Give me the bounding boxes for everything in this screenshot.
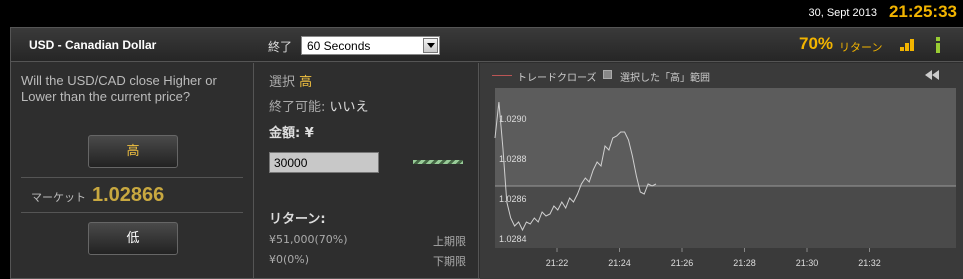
amount-input[interactable]: 30000 bbox=[269, 152, 379, 173]
closable-value: いいえ bbox=[329, 100, 369, 115]
closable-label: 終了可能: bbox=[269, 100, 326, 115]
high-range-band bbox=[495, 88, 956, 186]
expiry-select-value: 60 Seconds bbox=[307, 39, 371, 53]
y-tick-label: 1.0290 bbox=[499, 114, 527, 124]
y-tick-label: 1.0286 bbox=[499, 194, 527, 204]
y-tick-label: 1.0284 bbox=[499, 234, 527, 244]
market-price-row: マーケット 1.02866 bbox=[21, 177, 243, 213]
instrument-name: USD - Canadian Dollar bbox=[29, 38, 157, 52]
trade-question: Will the USD/CAD close Higher or Lower t… bbox=[21, 73, 217, 104]
info-icon[interactable] bbox=[931, 36, 945, 54]
return-label: リターン bbox=[839, 41, 883, 54]
x-tick-label: 21:28 bbox=[733, 258, 756, 268]
signal-bars-icon[interactable] bbox=[900, 39, 914, 51]
chevron-down-icon[interactable] bbox=[423, 38, 438, 53]
return-percent: 70% bbox=[799, 34, 834, 53]
progress-stripe bbox=[413, 160, 463, 164]
payout-high: ¥51,000(70%) bbox=[269, 233, 348, 246]
high-button[interactable]: 高 bbox=[88, 135, 178, 168]
market-label: マーケット bbox=[31, 191, 86, 204]
clock-display: 21:25:33 bbox=[888, 2, 957, 21]
instrument-header: USD - Canadian Dollar 終了 60 Seconds 70% … bbox=[11, 28, 963, 62]
payout-low-label: 下期限 bbox=[433, 255, 466, 268]
x-tick-label: 21:22 bbox=[546, 258, 569, 268]
x-tick-label: 21:30 bbox=[796, 258, 819, 268]
date-display: 30, Sept 2013 bbox=[808, 7, 877, 19]
amount-label: 金額: ¥ bbox=[269, 126, 314, 141]
return-title: リターン: bbox=[269, 212, 326, 227]
trade-panel: USD - Canadian Dollar 終了 60 Seconds 70% … bbox=[10, 27, 963, 279]
x-tick-label: 21:32 bbox=[858, 258, 881, 268]
bar-2 bbox=[905, 43, 909, 51]
market-price: 1.02866 bbox=[92, 184, 165, 206]
x-tick-label: 21:24 bbox=[608, 258, 631, 268]
expiry-select[interactable]: 60 Seconds bbox=[301, 36, 440, 55]
bar-3 bbox=[910, 39, 914, 51]
bar-1 bbox=[900, 47, 904, 51]
selection-row: 選択 高 bbox=[269, 71, 312, 90]
top-bar: 30, Sept 2013 21:25:33 bbox=[0, 0, 963, 27]
trade-column: Will the USD/CAD close Higher or Lower t… bbox=[11, 63, 254, 279]
order-column: 選択 高 終了可能: いいえ 金額: ¥ 30000 リターン: ¥51,000… bbox=[255, 63, 479, 279]
price-chart: トレードクローズ 選択した「高」範囲 1.0290 1.0288 1.0286 1.0… bbox=[480, 63, 963, 279]
expiry-label: 終了 bbox=[268, 40, 293, 54]
payout-low: ¥0(0%) bbox=[269, 253, 310, 266]
selection-label: 選択 bbox=[269, 75, 296, 90]
selection-value: 高 bbox=[299, 75, 313, 90]
low-button[interactable]: 低 bbox=[88, 222, 178, 255]
chart-canvas: 1.02901.02881.02861.028421:22 21:24 21:26 2… bbox=[494, 88, 956, 268]
x-tick-label: 21:26 bbox=[671, 258, 694, 268]
payout-high-label: 上期限 bbox=[433, 235, 466, 248]
closable-row: 終了可能: いいえ bbox=[269, 96, 369, 115]
